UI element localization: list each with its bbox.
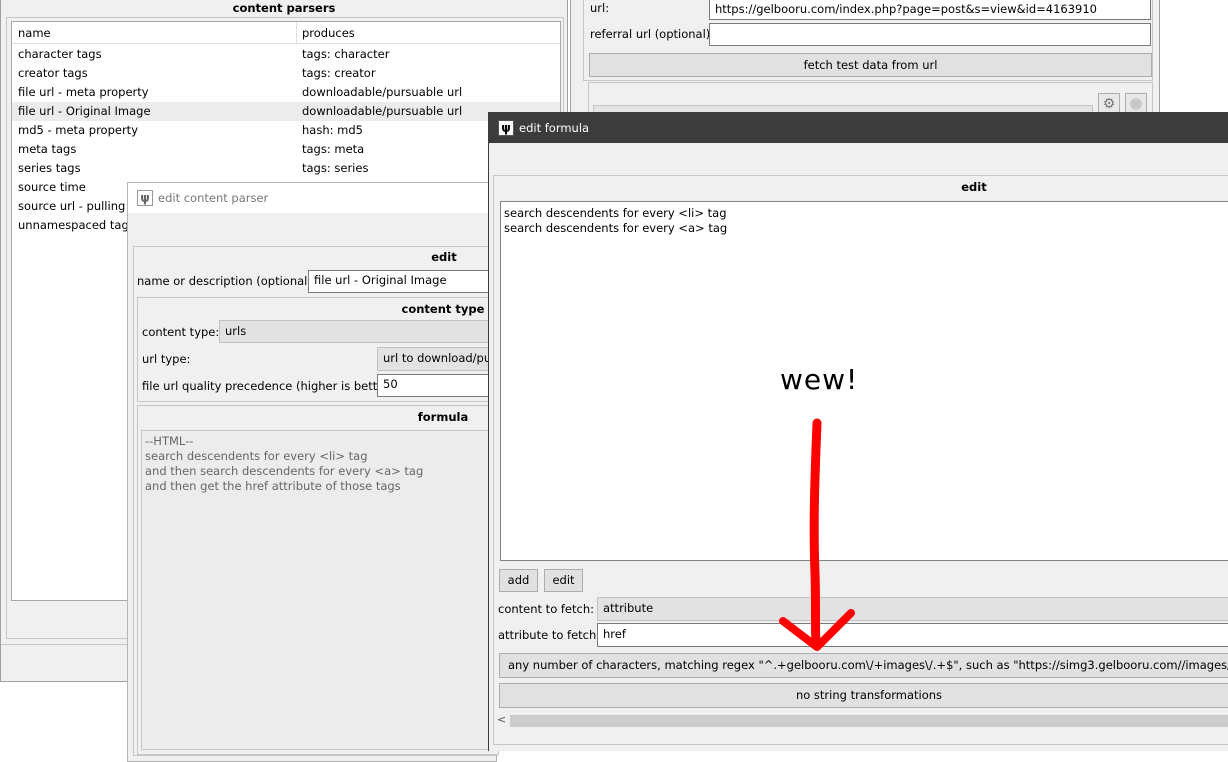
hydrus-app-icon: ψ bbox=[498, 120, 514, 136]
table-row[interactable]: creator tags tags: creator bbox=[12, 64, 560, 83]
row-name: source time bbox=[18, 180, 86, 194]
content-type-dropdown[interactable]: urls bbox=[219, 320, 499, 343]
scroll-left-arrow[interactable]: < bbox=[497, 713, 506, 726]
rule-item[interactable]: search descendents for every <a> tag bbox=[504, 221, 727, 235]
quality-label: file url quality precedence (higher is b… bbox=[142, 379, 398, 393]
row-name: md5 - meta property bbox=[18, 123, 138, 137]
table-row[interactable]: file url - Original Image downloadable/pu… bbox=[12, 102, 560, 121]
stop-icon bbox=[1130, 98, 1142, 110]
red-arrow-annotation bbox=[779, 418, 855, 651]
table-row[interactable]: file url - meta property downloadable/pur… bbox=[12, 83, 560, 102]
content-parsers-title: content parsers bbox=[232, 1, 336, 15]
scrollbar-thumb[interactable] bbox=[510, 715, 1228, 727]
edit-formula-titlebar: ψ edit formula bbox=[489, 113, 1228, 143]
formula-line: and then get the href attribute of those… bbox=[145, 479, 401, 493]
formula-edit-title: edit bbox=[961, 180, 987, 194]
add-button[interactable]: add bbox=[499, 569, 538, 592]
edit-content-parser-titlebar: ψ edit content parser bbox=[128, 183, 496, 213]
table-row[interactable]: meta tags tags: meta bbox=[12, 140, 560, 159]
edit-button[interactable]: edit bbox=[544, 569, 583, 592]
referral-url-label: referral url (optional): bbox=[590, 27, 715, 41]
formula-text-area[interactable]: --HTML-- search descendents for every <l… bbox=[141, 430, 499, 750]
row-produces: tags: character bbox=[302, 47, 390, 61]
url-type-label: url type: bbox=[142, 352, 191, 366]
content-type-label: content type: bbox=[142, 325, 220, 339]
url-label: url: bbox=[590, 1, 610, 15]
row-name: file url - meta property bbox=[18, 85, 149, 99]
row-name: source url - pulling fr bbox=[18, 199, 138, 213]
window-title: edit content parser bbox=[158, 191, 269, 205]
arrow-shaft bbox=[809, 418, 822, 650]
hydrus-app-icon: ψ bbox=[137, 190, 153, 206]
formula-line: --HTML-- bbox=[145, 434, 194, 448]
edit-section: edit name or description (optional): fil… bbox=[133, 246, 499, 756]
fetch-test-data-button[interactable]: fetch test data from url bbox=[589, 53, 1152, 77]
table-row[interactable]: character tags tags: character bbox=[12, 45, 560, 64]
string-transformations-button[interactable]: no string transformations bbox=[499, 683, 1228, 708]
table-row[interactable]: md5 - meta property hash: md5 bbox=[12, 121, 560, 140]
content-to-fetch-label: content to fetch: bbox=[498, 602, 595, 616]
row-name: file url - Original Image bbox=[18, 104, 151, 118]
row-produces: tags: meta bbox=[302, 142, 365, 156]
rules-list[interactable]: search descendents for every <li> tag se… bbox=[500, 201, 1228, 561]
row-produces: tags: series bbox=[302, 161, 369, 175]
row-name: unnamespaced tags bbox=[18, 218, 135, 232]
row-produces: tags: creator bbox=[302, 66, 376, 80]
column-header-name[interactable]: name bbox=[18, 26, 51, 40]
formula-edit-section: edit search descendents for every <li> t… bbox=[493, 175, 1228, 745]
row-name: series tags bbox=[18, 161, 81, 175]
row-produces: downloadable/pursuable url bbox=[302, 104, 463, 118]
formula-line: and then search descendents for every <a… bbox=[145, 464, 424, 478]
window-title: edit formula bbox=[519, 121, 590, 135]
rule-item[interactable]: search descendents for every <li> tag bbox=[504, 206, 727, 220]
attribute-to-fetch-input[interactable]: href bbox=[597, 623, 1228, 647]
annotation-text: wew! bbox=[780, 363, 859, 396]
formula-section: formula --HTML-- search descendents for … bbox=[137, 405, 499, 755]
name-input[interactable]: file url - Original Image bbox=[308, 270, 498, 293]
url-type-dropdown[interactable]: url to download/pur bbox=[377, 347, 499, 371]
column-header-produces[interactable]: produces bbox=[302, 26, 355, 40]
formula-line: search descendents for every <li> tag bbox=[145, 449, 368, 463]
list-header[interactable]: name produces bbox=[12, 22, 560, 44]
horizontal-scrollbar[interactable]: < bbox=[494, 713, 1228, 729]
row-name: meta tags bbox=[18, 142, 77, 156]
name-label: name or description (optional): bbox=[137, 274, 316, 288]
edit-title: edit bbox=[431, 250, 457, 264]
quality-input[interactable]: 50 bbox=[377, 374, 499, 397]
row-produces: hash: md5 bbox=[302, 123, 363, 137]
content-type-section: content type content type: urls url type… bbox=[137, 297, 499, 402]
column-divider[interactable] bbox=[296, 22, 297, 44]
edit-content-parser-window: ψ edit content parser edit name or descr… bbox=[127, 182, 499, 762]
table-row[interactable]: series tags tags: series bbox=[12, 159, 560, 178]
url-input[interactable]: https://gelbooru.com/index.php?page=post… bbox=[709, 0, 1151, 20]
string-match-button[interactable]: any number of characters, matching regex… bbox=[499, 653, 1228, 678]
row-produces: downloadable/pursuable url bbox=[302, 85, 463, 99]
edit-formula-window: ψ edit formula edit search descendents f… bbox=[488, 112, 1228, 751]
content-to-fetch-dropdown[interactable]: attribute bbox=[597, 597, 1228, 621]
row-name: creator tags bbox=[18, 66, 88, 80]
row-name: character tags bbox=[18, 47, 102, 61]
gear-icon: ⚙ bbox=[1102, 96, 1116, 112]
referral-url-input[interactable] bbox=[709, 23, 1151, 46]
test-data-window: url: https://gelbooru.com/index.php?page… bbox=[570, 0, 1160, 122]
attribute-to-fetch-label: attribute to fetch: bbox=[498, 628, 601, 642]
